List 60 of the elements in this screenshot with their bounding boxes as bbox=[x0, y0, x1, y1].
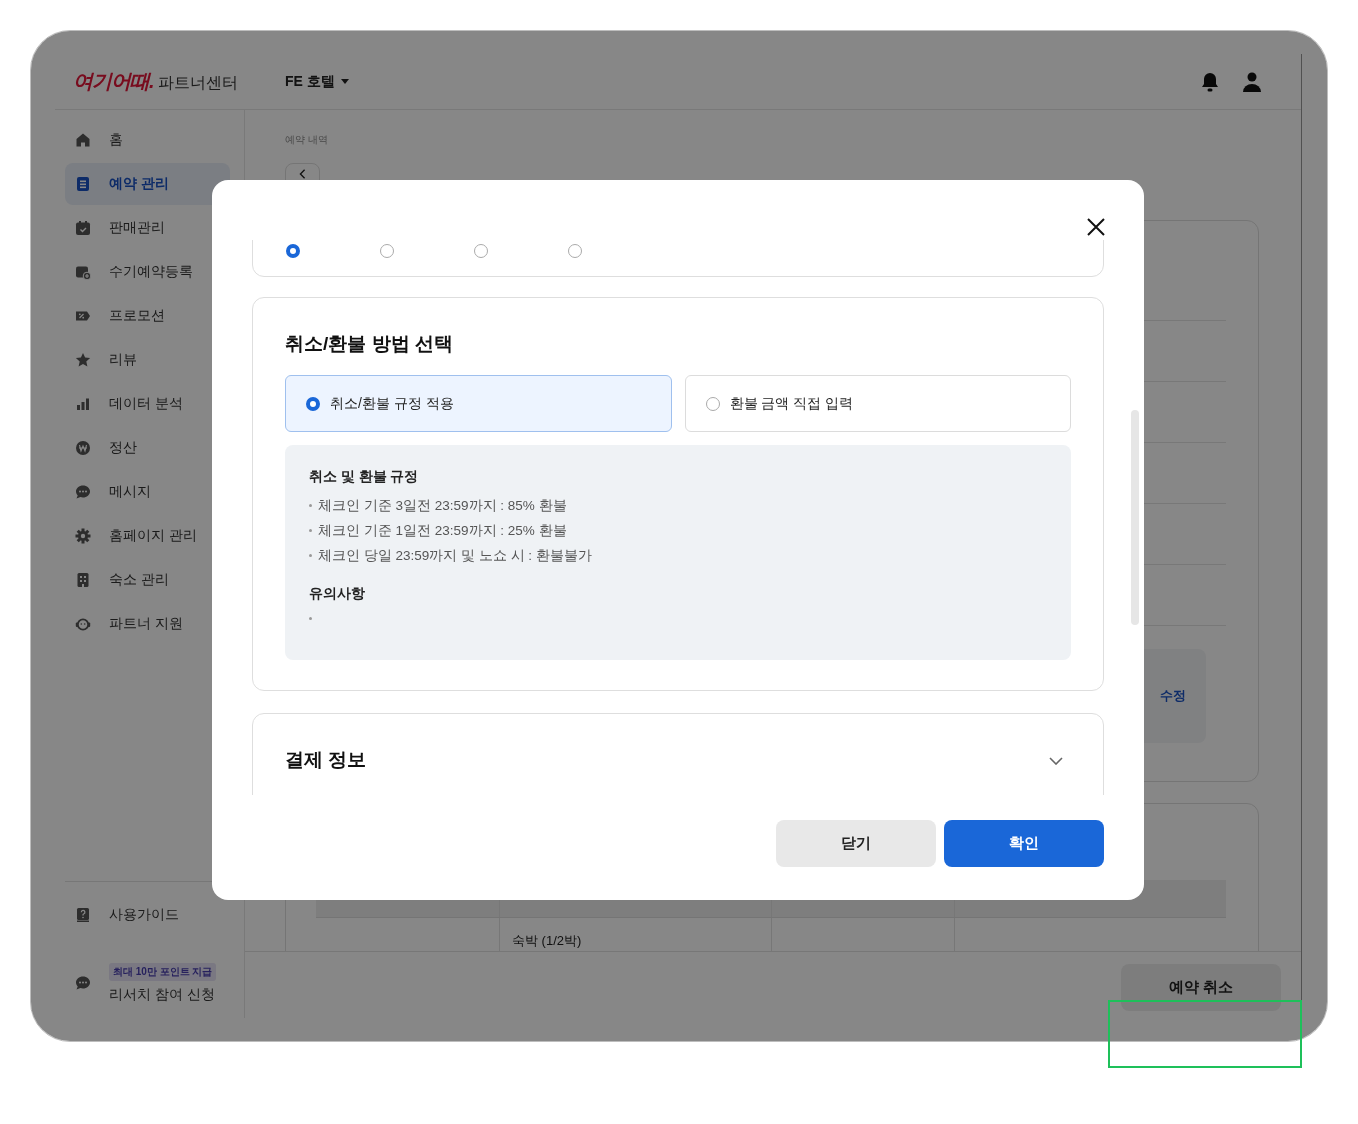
star-icon bbox=[75, 352, 91, 368]
sidebar-item[interactable]: 수기예약등록 bbox=[65, 250, 230, 294]
sidebar-item[interactable]: 데이터 분석 bbox=[65, 382, 230, 426]
sidebar-link[interactable]: 리서치 참여 신청 bbox=[109, 985, 215, 1004]
sidebar-item[interactable]: 숙소 관리 bbox=[65, 558, 230, 602]
bar-chart-icon bbox=[75, 396, 91, 412]
policy-item: 체크인 기준 3일전 23:59까지 : 85% 환불 bbox=[318, 496, 567, 515]
calendar-plus-icon bbox=[75, 264, 91, 280]
cancel-booking-button[interactable]: 예약 취소 bbox=[1121, 964, 1281, 1011]
help-book-icon bbox=[75, 907, 91, 923]
radio-button[interactable] bbox=[380, 244, 394, 258]
sidebar-item[interactable]: 파트너 지원 bbox=[65, 602, 230, 646]
won-coin-icon bbox=[75, 440, 91, 456]
radio-button[interactable] bbox=[568, 244, 582, 258]
confirm-button[interactable]: 확인 bbox=[944, 820, 1104, 867]
sidebar-item[interactable]: 리뷰 bbox=[65, 338, 230, 382]
building-icon bbox=[75, 572, 91, 588]
radio-button[interactable] bbox=[286, 244, 300, 258]
sidebar-item[interactable]: 사용가이드 bbox=[65, 882, 244, 948]
section-title: 취소/환불 방법 선택 bbox=[285, 332, 454, 356]
user-icon[interactable] bbox=[1243, 71, 1261, 92]
sidebar-item[interactable]: 예약 관리 bbox=[65, 163, 230, 205]
edit-button[interactable]: 수정 bbox=[1160, 687, 1186, 705]
sidebar-item[interactable]: 프로모션 bbox=[65, 294, 230, 338]
bullet-icon bbox=[309, 504, 312, 507]
back-icon bbox=[299, 169, 306, 179]
sidebar-item[interactable]: 홈페이지 관리 bbox=[65, 514, 230, 558]
chat-icon bbox=[75, 975, 91, 991]
policy-title: 취소 및 환불 규정 bbox=[309, 469, 420, 485]
bullet-icon bbox=[309, 529, 312, 532]
bullet-icon bbox=[309, 554, 312, 557]
close-icon[interactable] bbox=[1086, 217, 1106, 237]
policy-item: 체크인 당일 23:59까지 및 노쇼 시 : 환불불가 bbox=[318, 546, 592, 565]
scrollbar[interactable] bbox=[1131, 410, 1139, 625]
sidebar-item[interactable]: 정산 bbox=[65, 426, 230, 470]
radio-option[interactable]: 취소/환불 규정 적용 bbox=[285, 375, 672, 432]
bell-icon[interactable] bbox=[1201, 71, 1219, 92]
home-icon bbox=[75, 132, 91, 148]
table-cell: 숙박 (1/2박) bbox=[499, 918, 771, 951]
caret-icon bbox=[340, 79, 349, 84]
sidebar-item[interactable]: 홈 bbox=[65, 118, 230, 162]
sidebar-item[interactable]: 판매관리 bbox=[65, 206, 230, 250]
document-icon bbox=[75, 176, 91, 192]
chevron-icon[interactable] bbox=[1049, 757, 1063, 765]
promo-badge: 최대 10만 포인트 지급 bbox=[109, 962, 217, 981]
section-title: 결제 정보 bbox=[285, 748, 367, 772]
property-selector[interactable]: FE 호텔 bbox=[285, 72, 349, 91]
chat-icon bbox=[75, 484, 91, 500]
sidebar-item[interactable]: 메시지 bbox=[65, 470, 230, 514]
notes-title: 유의사항 bbox=[309, 586, 366, 602]
radio-option[interactable]: 환불 금액 직접 입력 bbox=[684, 375, 1071, 432]
logo[interactable]: 여기어때. bbox=[73, 68, 154, 95]
policy-item: 체크인 기준 1일전 23:59까지 : 25% 환불 bbox=[318, 521, 567, 540]
close-button[interactable]: 닫기 bbox=[776, 820, 936, 867]
headset-icon bbox=[75, 616, 91, 632]
radio-button[interactable] bbox=[474, 244, 488, 258]
logo-subtitle: 파트너센터 bbox=[157, 73, 238, 93]
calendar-icon bbox=[75, 220, 91, 236]
settings-icon bbox=[75, 528, 91, 544]
bullet-icon bbox=[309, 617, 312, 620]
